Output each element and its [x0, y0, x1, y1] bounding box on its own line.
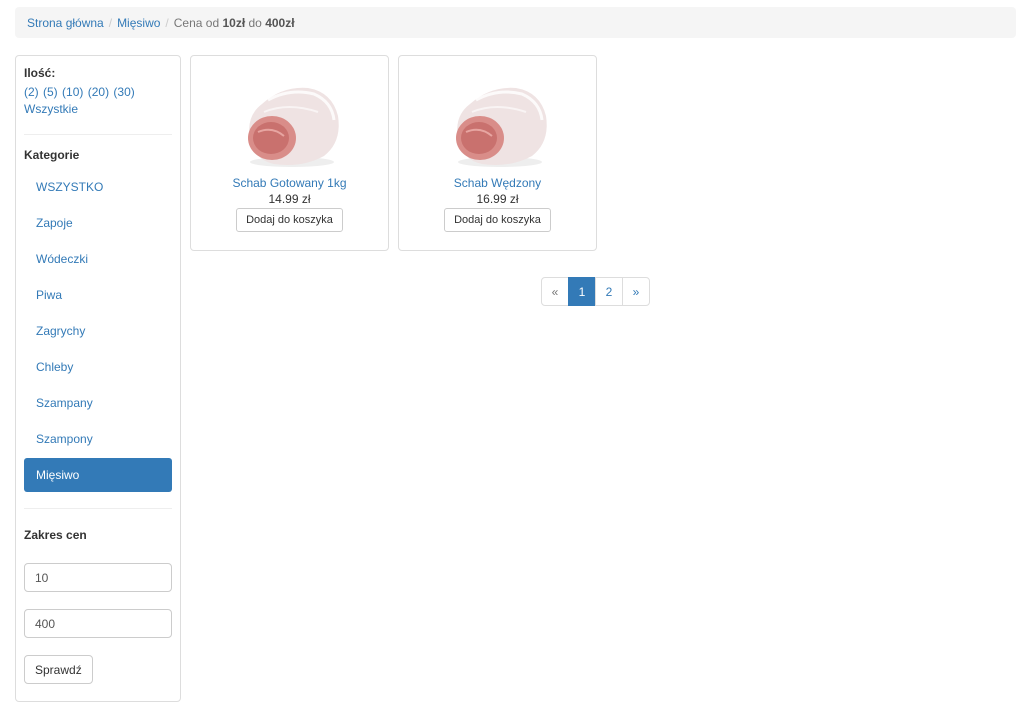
breadcrumb-current-filter: Cena od 10zł do 400zł [174, 16, 295, 30]
product-name-link[interactable]: Schab Wędzony [399, 176, 596, 190]
breadcrumb-separator: / [165, 15, 169, 30]
breadcrumb-category-link[interactable]: Mięsiwo [117, 16, 160, 30]
breadcrumb-separator: / [108, 15, 113, 30]
category-item-szampany[interactable]: Szampany [24, 385, 172, 421]
price-min-input[interactable] [24, 563, 172, 592]
product-price: 16.99 zł [476, 192, 519, 206]
pagination-prev[interactable]: « [541, 277, 569, 306]
breadcrumb: Strona główna / Mięsiwo / Cena od 10zł d… [15, 7, 1016, 38]
categories-title: Kategorie [24, 148, 80, 162]
category-item-wszystko[interactable]: WSZYSTKO [24, 169, 172, 205]
pork-loin-image[interactable] [446, 72, 550, 172]
product-card: Schab Wędzony 16.99 zł Dodaj do koszyka [398, 55, 597, 251]
quantity-option-30[interactable]: (30) [113, 85, 134, 99]
pagination-next[interactable]: » [622, 277, 650, 306]
filter-price-to: 400zł [265, 15, 295, 30]
category-list: WSZYSTKO Zapoje Wódeczki Piwa Zagrychy C… [24, 169, 172, 492]
quantity-option-20[interactable]: (20) [88, 85, 109, 99]
category-item-chleby[interactable]: Chleby [24, 349, 172, 385]
filter-prefix: Cena od [173, 15, 220, 30]
price-max-input[interactable] [24, 609, 172, 638]
category-item-zapoje[interactable]: Zapoje [24, 205, 172, 241]
pagination: « 1 2 » [541, 277, 650, 306]
quantity-options: (2) (5) (10) (20) (30) Wszystkie [24, 84, 172, 118]
filter-price-from: 10zł [222, 15, 246, 30]
add-to-cart-button[interactable]: Dodaj do koszyka [444, 208, 551, 232]
product-card: Schab Gotowany 1kg 14.99 zł Dodaj do kos… [190, 55, 389, 251]
product-name-link[interactable]: Schab Gotowany 1kg [191, 176, 388, 190]
category-item-szampony[interactable]: Szampony [24, 421, 172, 457]
add-to-cart-button[interactable]: Dodaj do koszyka [236, 208, 343, 232]
quantity-option-5[interactable]: (5) [43, 85, 58, 99]
category-item-miesiwo[interactable]: Mięsiwo [24, 458, 172, 492]
filter-mid: do [248, 15, 262, 30]
category-item-wodeczki[interactable]: Wódeczki [24, 241, 172, 277]
sidebar: Ilość: (2) (5) (10) (20) (30) Wszystkie … [15, 55, 181, 702]
quantity-option-10[interactable]: (10) [62, 85, 83, 99]
pork-loin-image[interactable] [238, 72, 342, 172]
quantity-option-2[interactable]: (2) [24, 85, 39, 99]
breadcrumb-home-link[interactable]: Strona główna [27, 16, 104, 30]
pagination-page-2[interactable]: 2 [595, 277, 623, 306]
quantity-option-all[interactable]: Wszystkie [24, 102, 78, 116]
category-item-zagrychy[interactable]: Zagrychy [24, 313, 172, 349]
divider [24, 508, 172, 509]
pagination-page-1[interactable]: 1 [568, 277, 596, 306]
product-price: 14.99 zł [268, 192, 311, 206]
check-price-button[interactable]: Sprawdź [24, 655, 93, 684]
divider [24, 134, 172, 135]
quantity-title: Ilość: [24, 66, 56, 80]
price-range-title: Zakres cen [24, 528, 87, 542]
category-item-piwa[interactable]: Piwa [24, 277, 172, 313]
